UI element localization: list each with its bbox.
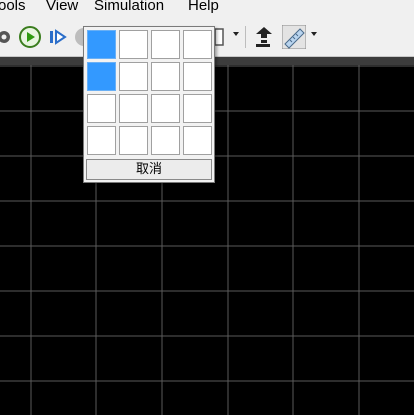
layout-cell[interactable] xyxy=(119,94,148,123)
layout-cell[interactable] xyxy=(151,62,180,91)
settings-icon[interactable] xyxy=(0,25,14,49)
dropdown-icon[interactable] xyxy=(233,32,239,36)
layout-cell[interactable] xyxy=(87,126,116,155)
layout-cell[interactable] xyxy=(151,94,180,123)
menu-bar: ools View Simulation Help xyxy=(0,0,414,18)
layout-cell[interactable] xyxy=(87,30,116,59)
layout-cell[interactable] xyxy=(87,62,116,91)
import-icon[interactable] xyxy=(252,25,276,49)
layout-cell[interactable] xyxy=(183,30,212,59)
layout-cell[interactable] xyxy=(183,94,212,123)
menu-help[interactable]: Help xyxy=(188,0,219,14)
layout-cell[interactable] xyxy=(183,126,212,155)
step-forward-icon[interactable] xyxy=(47,25,69,49)
layout-cell[interactable] xyxy=(183,62,212,91)
layout-cell[interactable] xyxy=(119,62,148,91)
panel-icon[interactable] xyxy=(214,25,226,49)
dropdown-icon[interactable] xyxy=(311,32,317,36)
layout-cell[interactable] xyxy=(151,30,180,59)
menu-tools[interactable]: ools xyxy=(0,0,26,14)
run-icon[interactable] xyxy=(18,25,42,49)
layout-chooser-popup: 取消 xyxy=(83,26,215,183)
layout-cell[interactable] xyxy=(151,126,180,155)
menu-simulation[interactable]: Simulation xyxy=(94,0,164,14)
layout-cell[interactable] xyxy=(119,30,148,59)
menu-view[interactable]: View xyxy=(46,0,78,14)
cancel-button[interactable]: 取消 xyxy=(86,159,212,180)
ruler-icon[interactable] xyxy=(281,24,307,50)
toolbar-separator xyxy=(245,26,246,48)
layout-cell[interactable] xyxy=(87,94,116,123)
layout-cell[interactable] xyxy=(119,126,148,155)
